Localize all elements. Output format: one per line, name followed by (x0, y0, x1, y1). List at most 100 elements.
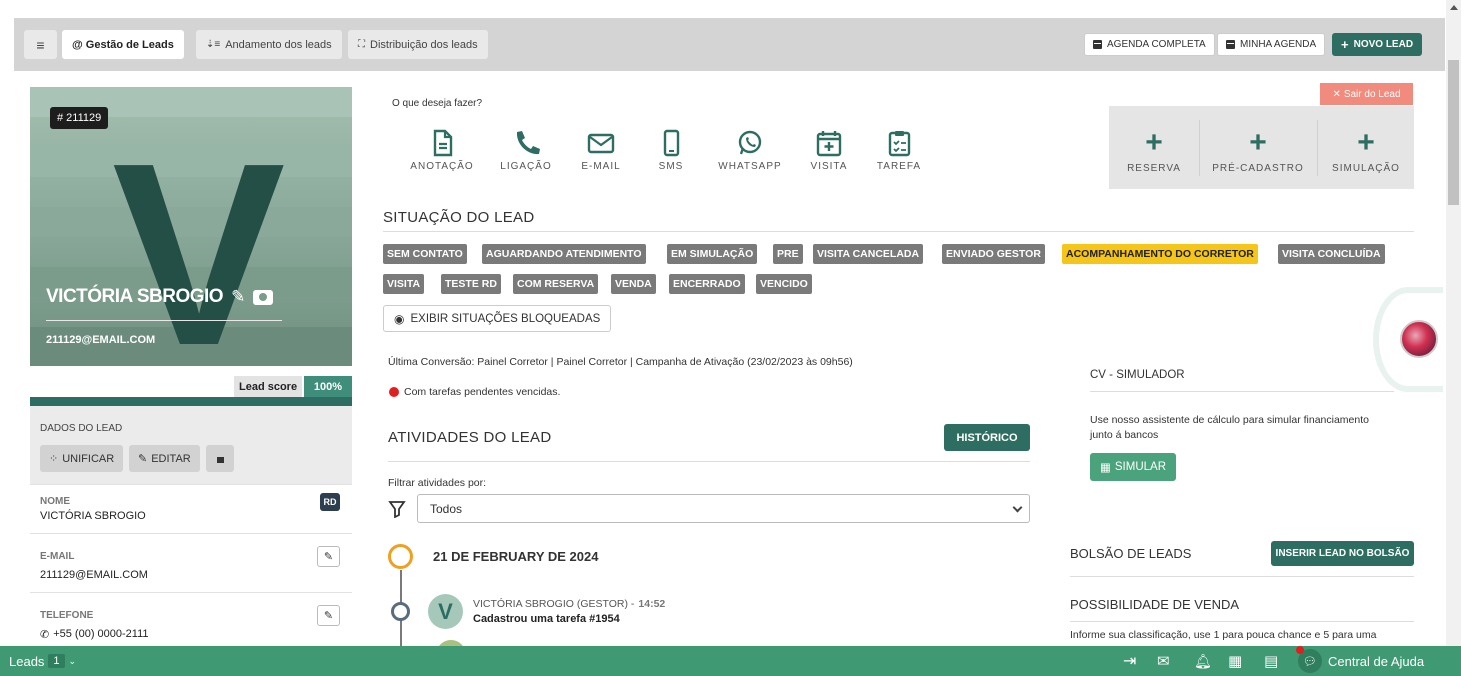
reserva-label: RESERVA (1127, 163, 1181, 174)
tab-distribuicao-dos-leads[interactable]: ⛶ Distribuição dos leads (348, 30, 488, 59)
entry-author: VICTÓRIA SBROGIO (GESTOR) - (473, 598, 635, 610)
field-telefone-text: +55 (00) 0000-2111 (53, 628, 149, 640)
pending-dot-icon (389, 387, 399, 397)
central-de-ajuda-button[interactable]: 💬︎ Central de Ajuda (1296, 646, 1425, 676)
simular-button[interactable]: ▦ SIMULAR (1090, 453, 1176, 481)
exibir-label: EXIBIR SITUAÇÕES BLOQUEADAS (410, 312, 601, 325)
filter-activities-select[interactable]: Todos (417, 494, 1030, 523)
tag-teste-rd[interactable]: TESTE RD (441, 274, 501, 294)
avatar: V (428, 594, 463, 629)
bolsao-title: BOLSÃO DE LEADS (1070, 546, 1192, 561)
atividades-divider (388, 461, 1030, 462)
unificar-label: UNIFICAR (62, 452, 115, 465)
tarefa-action[interactable]: TAREFA (859, 128, 939, 172)
tag-visita-concluida[interactable]: VISITA CONCLUÍDA (1278, 244, 1385, 264)
anotacao-action[interactable]: ANOTAÇÃO (402, 128, 482, 172)
inserir-lead-no-bolsao-button[interactable]: INSERIR LEAD NO BOLSÃO (1271, 541, 1414, 566)
ultima-conversao: Última Conversão: Painel Corretor | Pain… (388, 356, 853, 368)
tab-distribuicao-label: Distribuição dos leads (370, 38, 478, 51)
tag-encerrado[interactable]: ENCERRADO (669, 274, 745, 294)
tab-gestao-label: @ Gestão de Leads (72, 38, 174, 51)
possibilidade-divider (1070, 621, 1414, 622)
tag-com-reserva[interactable]: COM RESERVA (513, 274, 599, 294)
chat-widget-icon[interactable] (1400, 320, 1438, 358)
merge-icon: ⁘ (49, 453, 59, 465)
simular-label: SIMULAR (1114, 461, 1166, 473)
top-tab-bar: ≡ @ Gestão de Leads ⇣≡ Andamento dos lead… (14, 18, 1445, 71)
timeline-entry-marker (391, 602, 410, 621)
lock-icon (216, 457, 224, 463)
hamburger-icon: ≡ (36, 36, 45, 53)
calendar-plus-icon (816, 131, 842, 157)
whatsapp-label: WHATSAPP (718, 161, 782, 172)
tag-sem-contato[interactable]: SEM CONTATO (383, 244, 467, 264)
tag-visita[interactable]: VISITA (383, 274, 425, 294)
tag-acompanhamento-do-corretor[interactable]: ACOMPANHAMENTO DO CORRETOR (1062, 244, 1258, 264)
calendar-icon (1226, 40, 1235, 49)
pencil-icon: ✎ (323, 551, 334, 563)
agenda-completa-button[interactable]: AGENDA COMPLETA (1084, 33, 1215, 56)
name-divider (46, 320, 282, 321)
bolsao-divider (1070, 576, 1414, 577)
tag-enviado-gestor[interactable]: ENVIADO GESTOR (942, 244, 1045, 264)
reserva-action[interactable]: + RESERVA (1104, 128, 1204, 175)
tag-aguardando-atendimento[interactable]: AGUARDANDO ATENDIMENTO (482, 244, 646, 264)
sign-in-icon[interactable]: ⇥ (1123, 646, 1136, 676)
calculator-icon[interactable]: ▤ (1264, 646, 1278, 676)
minha-agenda-button[interactable]: MINHA AGENDA (1217, 33, 1326, 56)
simulador-divider (1090, 391, 1394, 392)
help-label: Central de Ajuda (1328, 653, 1425, 669)
hamburger-menu-button[interactable]: ≡ (24, 30, 57, 59)
tag-vencido[interactable]: VENCIDO (756, 274, 812, 294)
tab-gestao-de-leads[interactable]: @ Gestão de Leads (62, 30, 184, 59)
visita-action[interactable]: VISITA (789, 128, 869, 172)
close-icon: ✕ (1332, 88, 1341, 100)
document-icon (433, 129, 453, 157)
lead-profile-panel: V # 211129 VICTÓRIA SBROGIO ✎ 211129@EMA… (30, 87, 352, 646)
chat-icon: 💬︎ (1296, 646, 1322, 673)
filter-select-value: Todos (430, 501, 463, 516)
envelope-icon (587, 133, 615, 154)
sms-action[interactable]: SMS (631, 128, 711, 172)
mail-star-icon[interactable]: ✉ (1157, 646, 1170, 676)
whatsapp-action[interactable]: WHATSAPP (710, 128, 790, 172)
editar-label: EDITAR (151, 452, 191, 465)
simulador-desc-1: Use nosso assistente de cálculo para sim… (1090, 414, 1369, 426)
pre-cadastro-label: PRÉ-CADASTRO (1212, 163, 1304, 174)
editar-button[interactable]: ✎ EDITAR (129, 445, 200, 472)
historico-button[interactable]: HISTÓRICO (944, 424, 1030, 451)
bottom-bar: Leads 1 ⌄ ⇥ ✉ 🔔︎ ▦ ▤ 💬︎ Central de Ajuda (0, 646, 1461, 676)
exibir-situacoes-bloqueadas-button[interactable]: ◉ EXIBIR SITUAÇÕES BLOQUEADAS (383, 305, 611, 332)
field-nome-value: VICTÓRIA SBROGIO (40, 510, 146, 522)
scroll-up-arrow-icon[interactable] (1450, 5, 1458, 10)
calendar-icon[interactable]: ▦ (1228, 646, 1242, 676)
pre-cadastro-action[interactable]: + PRÉ-CADASTRO (1208, 128, 1308, 175)
scroll-thumb[interactable] (1448, 60, 1459, 205)
camera-icon[interactable] (252, 289, 273, 305)
leads-menu[interactable]: Leads 1 ⌄ (9, 646, 76, 676)
email-action[interactable]: E-MAIL (561, 128, 641, 172)
novo-lead-label: NOVO LEAD (1353, 39, 1414, 50)
field-email: E-MAIL 211129@EMAIL.COM ✎ (30, 533, 352, 592)
email-label: E-MAIL (581, 161, 621, 172)
tag-visita-cancelada[interactable]: VISITA CANCELADA (813, 244, 924, 264)
pencil-icon: ✎ (138, 453, 148, 465)
tag-venda[interactable]: VENDA (611, 274, 656, 294)
tag-pre[interactable]: PRE (773, 244, 803, 264)
edit-telefone-button[interactable]: ✎ (317, 605, 340, 626)
ligacao-action[interactable]: LIGAÇÃO (486, 128, 566, 172)
lock-button[interactable] (206, 445, 234, 472)
rd-badge: RD (320, 493, 340, 511)
pencil-icon: ✎ (323, 610, 334, 622)
novo-lead-button[interactable]: + NOVO LEAD (1332, 33, 1423, 56)
bell-icon[interactable]: 🔔︎ (1194, 646, 1212, 676)
pencil-icon[interactable]: ✎ (231, 287, 245, 307)
tag-em-simulacao[interactable]: EM SIMULAÇÃO (667, 244, 758, 264)
simulador-desc-2: junto á bancos (1090, 429, 1159, 441)
field-telefone: TELEFONE ✆ +55 (00) 0000-2111 ✎ (30, 592, 352, 646)
simulacao-action[interactable]: + SIMULAÇÃO (1316, 128, 1416, 175)
unificar-button[interactable]: ⁘ UNIFICAR (40, 445, 124, 472)
edit-email-button[interactable]: ✎ (317, 546, 340, 567)
tab-andamento-dos-leads[interactable]: ⇣≡ Andamento dos leads (196, 30, 342, 59)
sair-do-lead-button[interactable]: ✕ Sair do Lead (1320, 83, 1413, 105)
